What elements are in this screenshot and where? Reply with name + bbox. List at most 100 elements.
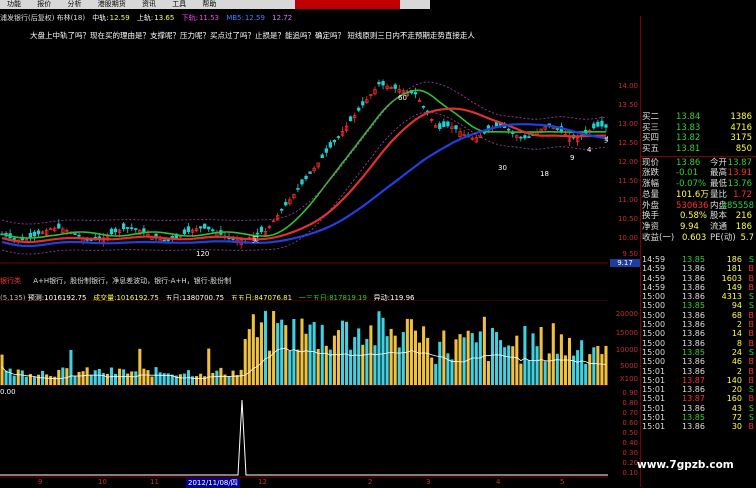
tick-side: S bbox=[748, 413, 754, 423]
tick-time: 15:01 bbox=[642, 422, 666, 432]
volume-chart[interactable] bbox=[0, 300, 608, 386]
candle-body bbox=[271, 220, 276, 223]
tick-row: 14:59 13.86 181 B bbox=[640, 264, 756, 273]
tick-time: 15:01 bbox=[642, 394, 666, 404]
volume-bar bbox=[113, 373, 118, 385]
bid-volume: 850 bbox=[735, 144, 752, 155]
volume-bar bbox=[77, 371, 81, 385]
volume-bar bbox=[393, 335, 397, 385]
menu-item-quotes[interactable]: 报价 bbox=[30, 0, 58, 9]
candle-body bbox=[109, 228, 114, 235]
tick-price: 13.86 bbox=[682, 422, 705, 432]
bid-label: 买二 bbox=[642, 112, 660, 122]
volume-bar bbox=[203, 376, 207, 385]
volume-bar bbox=[276, 323, 280, 385]
volume-bar bbox=[97, 369, 101, 385]
bid-price: 13.81 bbox=[676, 144, 701, 155]
volume-bar bbox=[588, 354, 592, 385]
tick-volume: 8 bbox=[736, 338, 742, 348]
candle-body bbox=[32, 231, 37, 237]
tick-row: 14:59 13.86 149 B bbox=[640, 283, 756, 292]
watermark: www.7gpzb.com bbox=[637, 459, 734, 471]
volume-bar bbox=[543, 361, 547, 385]
price-tick: 13.50 bbox=[617, 101, 638, 109]
indicator-tick: 0.50 bbox=[622, 429, 638, 437]
tick-side: B bbox=[748, 329, 755, 339]
ma-red-line bbox=[1, 107, 606, 244]
tick-row: 15:00 13.86 2 B bbox=[640, 320, 756, 329]
candle-body bbox=[519, 136, 523, 139]
stat-row: 收益(一) 0.603 PE(动) 5.7 bbox=[640, 233, 756, 244]
bid-volume: 1386 bbox=[730, 112, 752, 122]
menu-item-help[interactable]: 帮助 bbox=[195, 0, 223, 9]
title-highlight bbox=[295, 0, 400, 9]
quote-panel: 买二 13.84 1386 买三 13.83 4716 买四 13.82 317… bbox=[640, 112, 756, 252]
stat-label: 最低 bbox=[710, 179, 728, 190]
tick-volume: 43 bbox=[731, 403, 742, 413]
date-axis: 9 10 11 2012/11/08/四 12 2 3 4 5 bbox=[0, 478, 640, 488]
chart-label: 4 bbox=[587, 146, 592, 154]
tick-volume: 20 bbox=[731, 385, 742, 395]
tick-price: 13.86 bbox=[682, 320, 705, 330]
bid-row: 买二 13.84 1386 bbox=[640, 112, 756, 123]
menu-item-functions[interactable]: 功能 bbox=[0, 0, 28, 9]
candle-body bbox=[57, 223, 61, 229]
volume-bar bbox=[312, 322, 316, 385]
tick-price: 13.87 bbox=[682, 375, 705, 385]
tick-side: S bbox=[748, 255, 754, 264]
tick-volume: 72 bbox=[731, 413, 742, 423]
stat-value: 1.72 bbox=[733, 189, 752, 200]
volume-bar bbox=[503, 347, 507, 385]
tick-row: 15:00 13.86 14 B bbox=[640, 329, 756, 338]
stat-label: PE(动) bbox=[710, 232, 736, 243]
menu-item-news[interactable]: 资讯 bbox=[135, 0, 163, 9]
volume-bar bbox=[332, 335, 336, 385]
bid-price: 13.83 bbox=[676, 122, 701, 133]
price-chart[interactable]: 60120301894买机会卖 bbox=[0, 42, 608, 264]
tick-list[interactable]: 14:59 13.85 186 S 14:59 13.86 181 B 14:59 13.86 16… bbox=[640, 255, 756, 478]
candle-body bbox=[446, 121, 450, 127]
volume-tick: 10000 bbox=[615, 346, 638, 354]
chart-label: 60 bbox=[398, 94, 407, 102]
indicator-chart[interactable] bbox=[0, 390, 608, 478]
date-tick: 2 bbox=[368, 478, 373, 486]
tick-price: 13.86 bbox=[682, 366, 705, 376]
menu-item-tools[interactable]: 工具 bbox=[165, 0, 193, 9]
volume-bar bbox=[182, 373, 186, 385]
tick-price: 13.86 bbox=[682, 282, 705, 292]
tick-volume: 14 bbox=[731, 329, 742, 339]
stat-value: 530636 bbox=[676, 200, 709, 211]
sector-badge[interactable]: 银行类 bbox=[0, 277, 21, 285]
volume-bar bbox=[381, 317, 385, 385]
tick-time: 15:01 bbox=[642, 366, 666, 376]
candle-body bbox=[357, 107, 361, 111]
volume-bar bbox=[470, 333, 474, 385]
candle-body bbox=[377, 82, 381, 85]
volume-bar bbox=[199, 373, 203, 385]
volume-bar bbox=[320, 324, 324, 385]
tick-time: 14:59 bbox=[642, 282, 666, 292]
price-axis: 14.00 13.50 13.00 12.50 12.00 11.50 11.0… bbox=[608, 42, 640, 264]
ma-green-line bbox=[1, 89, 607, 239]
stat-row: 外盘 530636 内盘 485558 bbox=[640, 201, 756, 212]
volume-unit: X100 bbox=[619, 375, 638, 383]
tick-row: 15:01 13.86 2 B bbox=[640, 367, 756, 376]
stat-value: 101.6万 bbox=[676, 189, 709, 200]
stat-value: 0.58% bbox=[680, 211, 708, 222]
chart-label: 机会 bbox=[238, 263, 252, 264]
volume-bar bbox=[36, 374, 41, 385]
stat-value: 0.603 bbox=[682, 232, 707, 243]
tick-row: 15:01 13.86 43 S bbox=[640, 404, 756, 413]
menu-item-hk-futures[interactable]: 港股期货 bbox=[91, 0, 133, 9]
date-tick: 10 bbox=[98, 478, 107, 486]
volume-bar bbox=[178, 374, 182, 385]
stat-value: -0.07% bbox=[676, 179, 707, 190]
tick-row: 15:00 13.85 24 S bbox=[640, 348, 756, 357]
tick-volume: 68 bbox=[731, 310, 742, 320]
tick-price: 13.86 bbox=[682, 310, 705, 320]
menu-item-analysis[interactable]: 分析 bbox=[60, 0, 88, 9]
bid-price: 13.84 bbox=[676, 112, 701, 122]
tick-volume: 4313 bbox=[721, 292, 742, 302]
price-tick: 12.00 bbox=[617, 158, 638, 166]
volume-bar bbox=[191, 376, 195, 385]
